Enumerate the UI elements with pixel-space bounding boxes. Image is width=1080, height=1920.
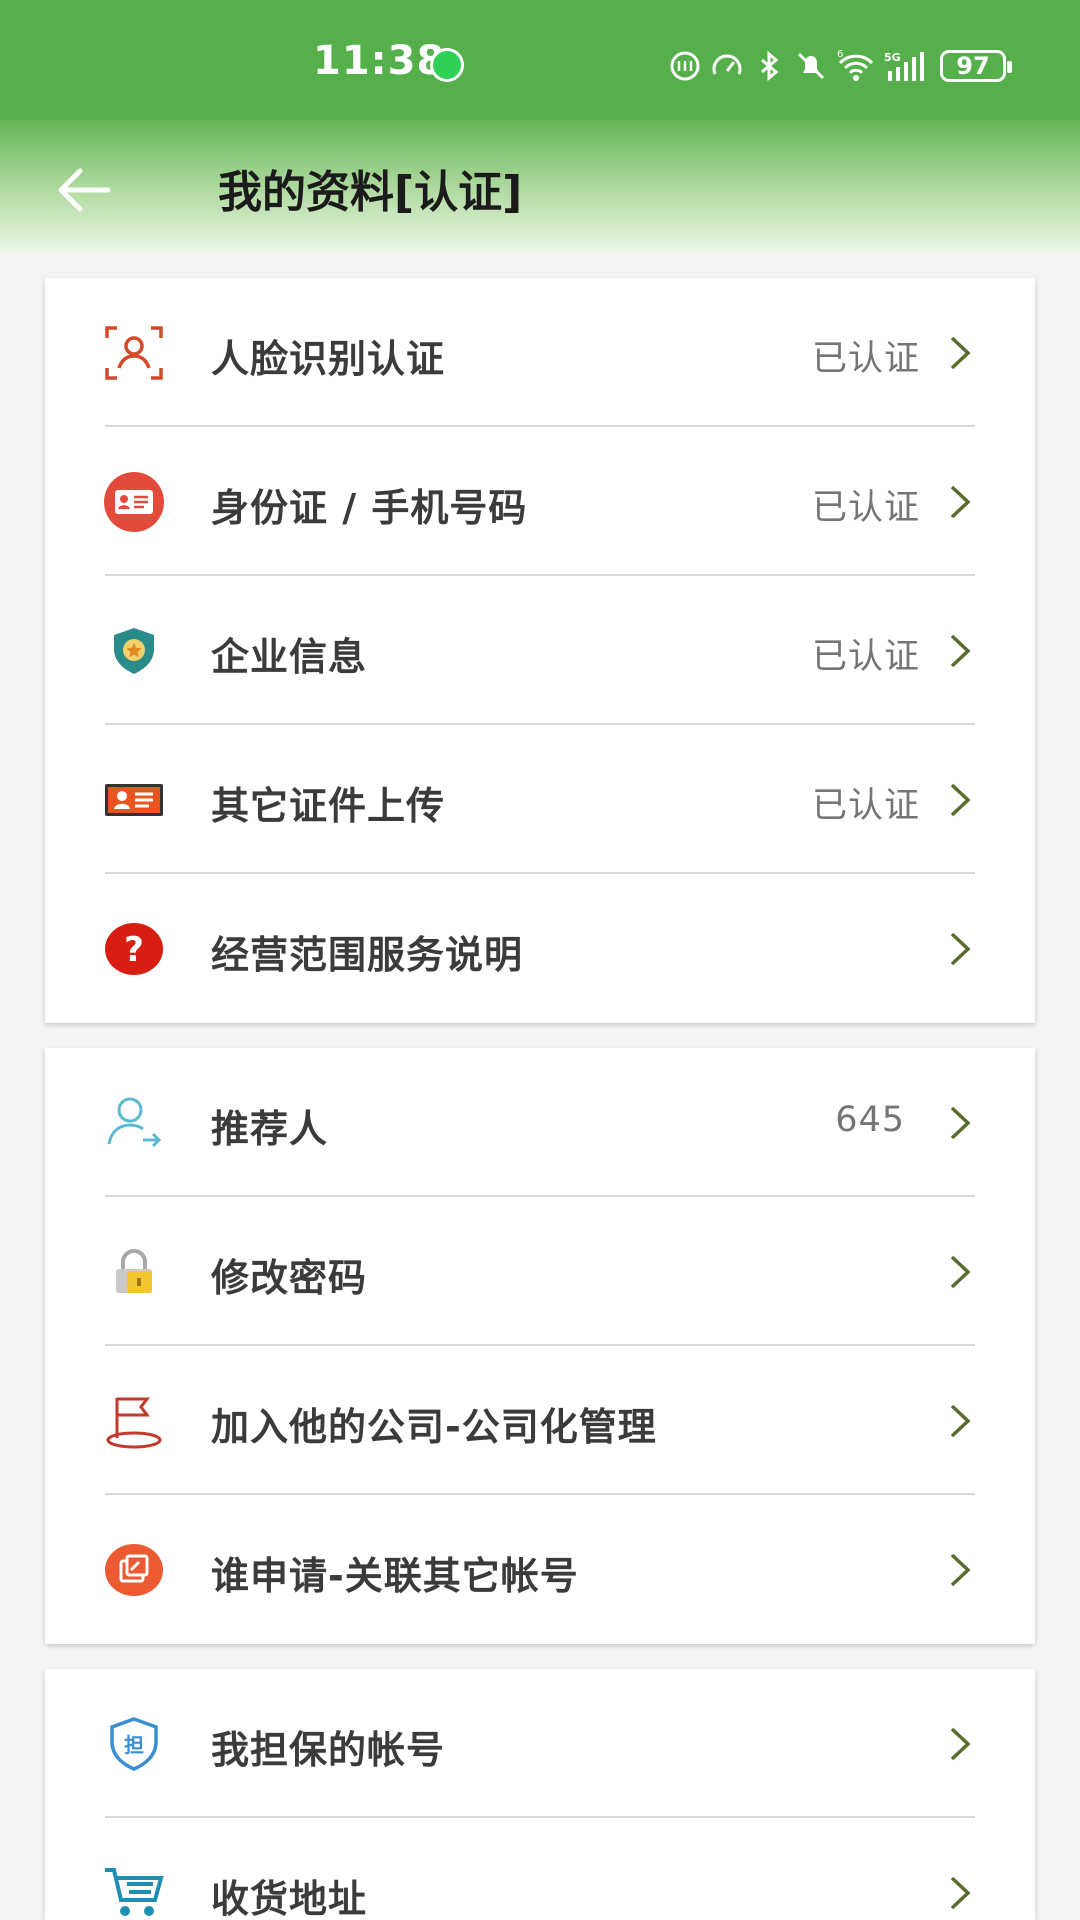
face-scan-icon <box>105 326 163 380</box>
chevron-right-icon <box>950 485 971 519</box>
chevron-right-icon <box>950 1106 971 1140</box>
list-item-business-scope[interactable]: ? 经营范围服务说明 <box>45 874 1035 1023</box>
list-item-link-accounts[interactable]: 谁申请-关联其它帐号 <box>45 1495 1035 1644</box>
verification-card: 人脸识别认证 已认证 身份证 / 手机号码 已认证 企业信息 已认证 其它证件上… <box>45 278 1035 1023</box>
certificate-icon <box>105 784 163 816</box>
chevron-right-icon <box>950 634 971 668</box>
list-item-company-info[interactable]: 企业信息 已认证 <box>45 576 1035 725</box>
chevron-right-icon <box>950 1404 971 1438</box>
list-item-join-company[interactable]: 加入他的公司-公司化管理 <box>45 1346 1035 1495</box>
guarantee-card: 担 我担保的帐号 收货地址 <box>45 1669 1035 1920</box>
page-title: 我的资料[认证] <box>218 167 523 218</box>
chevron-right-icon <box>950 932 971 966</box>
list-item-label: 我担保的帐号 <box>211 1728 446 1772</box>
chevron-right-icon <box>950 783 971 817</box>
wifi-icon: 6 <box>837 49 874 81</box>
list-item-label: 企业信息 <box>211 635 368 679</box>
lock-icon <box>116 1249 152 1293</box>
guarantee-icon-text: 担 <box>124 1733 144 1757</box>
shield-star-icon <box>114 628 154 674</box>
question-icon: ? <box>105 923 163 975</box>
status-bar: 11:38 6 5G 97 <box>0 0 1080 120</box>
guarantee-shield-icon: 担 <box>110 1717 158 1771</box>
signal-icon: 5G <box>884 51 924 81</box>
list-item-label: 加入他的公司-公司化管理 <box>211 1405 657 1449</box>
status-value: 已认证 <box>811 488 920 528</box>
svg-text:5G: 5G <box>884 51 901 64</box>
battery-indicator: 97 <box>940 50 1012 82</box>
list-item-label: 其它证件上传 <box>211 784 446 828</box>
wifi-badge: 6 <box>837 49 843 60</box>
id-card-icon <box>104 472 164 532</box>
list-item-label: 人脸识别认证 <box>211 337 446 381</box>
chevron-right-icon <box>950 1727 971 1761</box>
mute-bell-icon <box>797 52 825 80</box>
list-item-label: 经营范围服务说明 <box>211 933 524 977</box>
status-value: 已认证 <box>811 339 920 379</box>
speed-icon <box>712 54 742 75</box>
list-item-shipping-address[interactable]: 收货地址 <box>45 1818 1035 1920</box>
chevron-right-icon <box>950 1255 971 1289</box>
account-card: 推荐人 645 修改密码 加入他的公司-公司化管理 谁申请-关联其它帐号 <box>45 1048 1035 1644</box>
referrer-count: 645 <box>835 1100 905 1140</box>
wechat-notification-icon <box>430 48 464 82</box>
list-item-label: 身份证 / 手机号码 <box>211 486 528 530</box>
chevron-right-icon <box>950 1876 971 1910</box>
back-arrow-icon[interactable] <box>52 158 116 222</box>
list-item-referrer[interactable]: 推荐人 645 <box>45 1048 1035 1197</box>
link-account-icon <box>105 1544 163 1596</box>
status-value: 已认证 <box>811 637 920 677</box>
chevron-right-icon <box>950 1553 971 1587</box>
list-item-guaranteed-accounts[interactable]: 担 我担保的帐号 <box>45 1669 1035 1818</box>
status-icons: 6 5G 97 <box>668 42 1012 90</box>
list-item-label: 收货地址 <box>211 1877 368 1920</box>
status-time: 11:38 <box>313 38 446 84</box>
list-item-label: 推荐人 <box>211 1107 329 1151</box>
svg-text:?: ? <box>124 930 144 970</box>
status-value: 已认证 <box>811 786 920 826</box>
chevron-right-icon <box>950 336 971 370</box>
list-item-face-recognition[interactable]: 人脸识别认证 已认证 <box>45 278 1035 427</box>
list-item-label: 修改密码 <box>211 1256 368 1300</box>
list-item-other-certificates[interactable]: 其它证件上传 已认证 <box>45 725 1035 874</box>
app-bar: 我的资料[认证] <box>0 120 1080 254</box>
bluetooth-icon <box>761 50 779 82</box>
cart-icon <box>105 1868 164 1916</box>
list-item-change-password[interactable]: 修改密码 <box>45 1197 1035 1346</box>
flag-icon <box>106 1397 162 1449</box>
list-item-id-phone[interactable]: 身份证 / 手机号码 已认证 <box>45 427 1035 576</box>
hd-call-icon <box>670 51 700 81</box>
list-item-label: 谁申请-关联其它帐号 <box>211 1554 579 1598</box>
referrer-icon <box>107 1097 162 1148</box>
